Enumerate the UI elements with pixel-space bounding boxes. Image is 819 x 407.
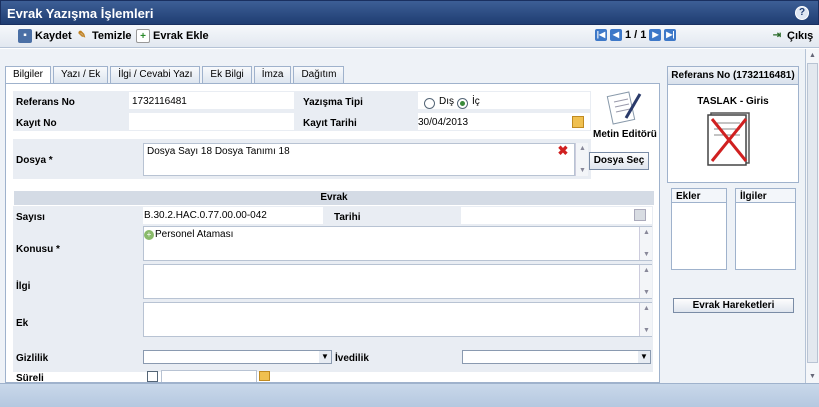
add-document-button[interactable]: + Evrak Ekle bbox=[136, 29, 209, 43]
sureli-label: Süreli bbox=[16, 373, 44, 383]
sayisi-value: B.30.2.HAC.0.77.00.00-042 bbox=[144, 210, 267, 221]
tab-imza[interactable]: İmza bbox=[253, 66, 292, 83]
next-page-icon[interactable]: ▶ bbox=[649, 29, 662, 41]
tarihi-field[interactable] bbox=[461, 207, 652, 224]
gizlilik-label: Gizlilik bbox=[16, 353, 49, 364]
ref-label: Referans No bbox=[16, 97, 75, 108]
calendar-icon[interactable] bbox=[259, 371, 270, 381]
pager-text: 1 / 1 bbox=[625, 29, 647, 41]
toolbar: ▪ Kaydet ✎ Temizle + Evrak Ekle |◀ ◀ 1 /… bbox=[0, 25, 819, 48]
main-area: Bilgiler Yazı / Ek İlgi / Cevabi Yazı Ek… bbox=[0, 49, 806, 383]
kayit-no-label: Kayıt No bbox=[16, 118, 57, 129]
kayit-tarihi-label: Kayıt Tarihi bbox=[303, 118, 357, 129]
reference-card-title: Referans No (1732116481) bbox=[668, 67, 798, 85]
ref-value: 1732116481 bbox=[132, 96, 187, 107]
scroll-up-icon[interactable]: ▲ bbox=[577, 143, 588, 154]
sayisi-label: Sayısı bbox=[16, 212, 45, 223]
save-button[interactable]: ▪ Kaydet bbox=[18, 29, 72, 43]
ek-field[interactable] bbox=[143, 302, 652, 337]
scrollbar-thumb[interactable] bbox=[807, 63, 818, 363]
dosya-label: Dosya * bbox=[16, 155, 53, 166]
dosya-sec-button[interactable]: Dosya Seç bbox=[589, 152, 649, 170]
kayit-tarihi-value: 30/04/2013 bbox=[418, 117, 469, 128]
ilgiler-title: İlgiler bbox=[736, 189, 795, 203]
last-page-icon[interactable]: ▶| bbox=[664, 29, 677, 41]
type-ic-label: İç bbox=[472, 96, 480, 107]
ilgi-label: İlgi bbox=[16, 281, 31, 292]
tarihi-label: Tarihi bbox=[334, 212, 361, 223]
konusu-value: Personel Ataması bbox=[155, 229, 234, 240]
exit-door-icon: ⇥ bbox=[772, 30, 782, 41]
calendar-icon[interactable] bbox=[634, 209, 646, 221]
chevron-down-icon: ▼ bbox=[638, 351, 650, 363]
ilgi-field[interactable] bbox=[143, 264, 652, 299]
ilgiler-panel[interactable]: İlgiler bbox=[735, 188, 796, 270]
ekler-title: Ekler bbox=[672, 189, 726, 203]
draft-document-icon bbox=[707, 112, 750, 166]
delete-x-icon[interactable]: ✖ bbox=[556, 144, 570, 158]
first-page-icon[interactable]: |◀ bbox=[595, 29, 607, 41]
chevron-down-icon: ▼ bbox=[319, 351, 331, 363]
konusu-text: + Personel Ataması bbox=[144, 229, 233, 240]
ekler-panel[interactable]: Ekler bbox=[671, 188, 727, 270]
gizlilik-select[interactable]: ▼ bbox=[143, 350, 332, 364]
text-editor-icon[interactable] bbox=[604, 88, 644, 126]
scroll-down-icon[interactable]: ▼ bbox=[641, 325, 652, 336]
dosya-value: Dosya Sayı 18 Dosya Tanımı 18 bbox=[147, 146, 290, 157]
ivedilik-label: İvedilik bbox=[335, 353, 369, 364]
text-editor-label: Metin Editörü bbox=[593, 129, 657, 140]
evrak-hareketleri-button[interactable]: Evrak Hareketleri bbox=[673, 298, 794, 313]
help-icon[interactable]: ? bbox=[795, 6, 809, 20]
scroll-up-icon[interactable]: ▲ bbox=[641, 265, 652, 276]
tab-ek-bilgi[interactable]: Ek Bilgi bbox=[202, 66, 252, 83]
type-dis-radio[interactable] bbox=[424, 98, 435, 109]
scroll-down-icon[interactable]: ▼ bbox=[641, 287, 652, 298]
tab-ilgi-cevabi-yazi[interactable]: İlgi / Cevabi Yazı bbox=[110, 66, 201, 83]
tab-dagitim[interactable]: Dağıtım bbox=[293, 66, 345, 83]
spellcheck-icon: + bbox=[144, 229, 154, 240]
exit-button[interactable]: ⇥ Çıkış bbox=[770, 29, 814, 43]
pencil-icon: ✎ bbox=[77, 30, 87, 41]
konusu-label: Konusu * bbox=[16, 244, 60, 255]
calendar-icon[interactable] bbox=[572, 116, 584, 128]
scroll-down-icon[interactable]: ▼ bbox=[577, 165, 588, 176]
window-title: Evrak Yazışma İşlemleri bbox=[7, 6, 154, 21]
dosya-scrollbar[interactable]: ▲ ▼ bbox=[575, 143, 588, 176]
konusu-scrollbar[interactable]: ▲ ▼ bbox=[639, 227, 652, 260]
scroll-down-icon[interactable]: ▼ bbox=[641, 249, 652, 260]
kayit-no-field[interactable] bbox=[129, 113, 294, 130]
tab-bilgiler[interactable]: Bilgiler bbox=[5, 66, 52, 84]
scroll-up-icon[interactable]: ▲ bbox=[641, 227, 652, 238]
ilgi-scrollbar[interactable]: ▲ ▼ bbox=[639, 265, 652, 298]
page-scrollbar[interactable]: ▲ ▼ bbox=[806, 49, 819, 383]
tab-bar: Bilgiler Yazı / Ek İlgi / Cevabi Yazı Ek… bbox=[5, 66, 345, 84]
sureli-checkbox[interactable] bbox=[147, 371, 158, 382]
type-ic-radio[interactable] bbox=[457, 98, 468, 109]
window-title-bar: Evrak Yazışma İşlemleri ? bbox=[0, 0, 819, 25]
scroll-down-icon[interactable]: ▼ bbox=[807, 371, 818, 382]
clear-button-label: Temizle bbox=[92, 30, 132, 42]
add-document-button-label: Evrak Ekle bbox=[153, 30, 209, 42]
prev-page-icon[interactable]: ◀ bbox=[610, 29, 622, 41]
status-bar bbox=[0, 383, 819, 407]
clear-button[interactable]: ✎ Temizle bbox=[75, 29, 132, 43]
scroll-up-icon[interactable]: ▲ bbox=[641, 303, 652, 314]
ek-label: Ek bbox=[16, 318, 29, 329]
scroll-up-icon[interactable]: ▲ bbox=[807, 50, 818, 61]
floppy-disk-icon: ▪ bbox=[18, 29, 32, 43]
draft-status: TASLAK - Giris bbox=[697, 96, 769, 107]
evrak-section-header: Evrak bbox=[14, 191, 654, 205]
ivedilik-select[interactable]: ▼ bbox=[462, 350, 651, 364]
reference-card: Referans No (1732116481) TASLAK - Giris bbox=[667, 66, 799, 183]
add-document-icon: + bbox=[136, 29, 150, 43]
save-button-label: Kaydet bbox=[35, 30, 72, 42]
tab-yazi-ek[interactable]: Yazı / Ek bbox=[53, 66, 109, 83]
type-label: Yazışma Tipi bbox=[303, 97, 363, 108]
type-dis-label: Dış bbox=[439, 96, 454, 107]
pager: |◀ ◀ 1 / 1 ▶ ▶| bbox=[595, 29, 677, 41]
exit-button-label: Çıkış bbox=[787, 30, 814, 42]
form-panel: Referans No 1732116481 Yazışma Tipi Dış … bbox=[5, 83, 660, 383]
ek-scrollbar[interactable]: ▲ ▼ bbox=[639, 303, 652, 336]
sureli-field[interactable] bbox=[161, 370, 257, 382]
